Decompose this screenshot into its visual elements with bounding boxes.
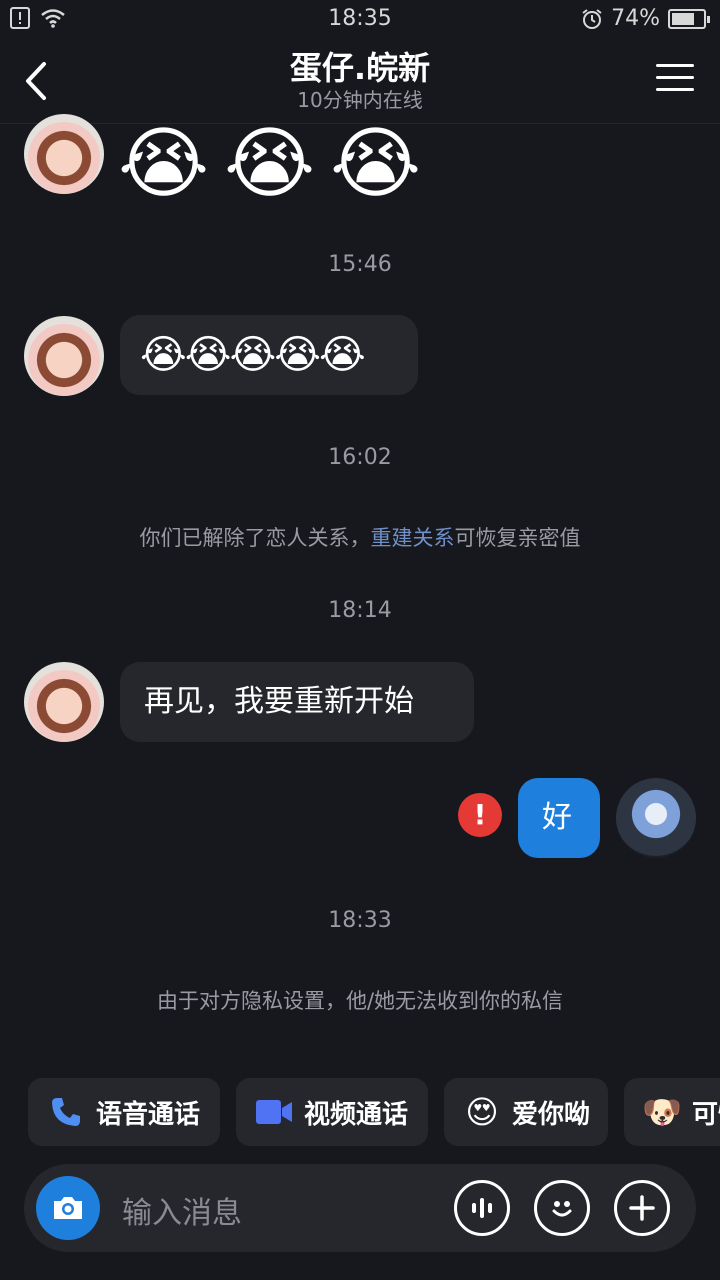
timestamp: 18:14 [328, 598, 392, 623]
contact-avatar[interactable] [24, 114, 104, 194]
my-avatar[interactable] [616, 778, 696, 858]
love-you-button[interactable]: 😍 爱你呦 [444, 1078, 608, 1146]
phone-icon [46, 1092, 86, 1132]
menu-bar [656, 76, 694, 79]
plus-icon [629, 1195, 655, 1221]
love-you-label: 爱你呦 [512, 1099, 591, 1130]
alarm-icon [582, 8, 602, 29]
menu-bar [656, 64, 694, 67]
system-message: 由于对方隐私设置，他/她无法收到你的私信 [156, 989, 564, 1013]
status-icons-right: 74% [581, 6, 710, 31]
message-text: 再见，我要重新开始 [144, 684, 414, 719]
big-emoji: 😭 [330, 119, 422, 209]
system-text: 可恢复亲密值 [454, 526, 581, 550]
video-call-label: 视频通话 [304, 1099, 409, 1130]
timestamp: 15:46 [328, 252, 392, 277]
menu-button[interactable] [656, 64, 694, 96]
my-message-bubble[interactable]: 好 [518, 778, 600, 858]
video-camera-icon [254, 1092, 294, 1132]
battery-icon [668, 8, 710, 29]
video-call-button[interactable]: 视频通话 [236, 1078, 428, 1146]
voice-button[interactable] [454, 1180, 510, 1236]
big-emoji: 😭 [118, 119, 210, 209]
cute-label: 可怜 [692, 1099, 720, 1130]
more-button[interactable] [614, 1180, 670, 1236]
dog-icon: 🐶 [642, 1093, 682, 1131]
online-status: 10分钟内在线 [297, 88, 423, 112]
message-bubble[interactable]: 😭😭😭😭😭 [120, 315, 418, 395]
heart-eyes-icon: 😍 [465, 1093, 499, 1131]
system-message: 你们已解除了恋人关系，重建关系可恢复亲密值 [0, 522, 720, 552]
camera-icon [54, 1197, 82, 1219]
rebuild-relation-link[interactable]: 重建关系 [371, 526, 455, 550]
message-bubble[interactable]: 再见，我要重新开始 [120, 662, 474, 742]
battery-percent: 74% [611, 6, 660, 31]
send-failed-icon[interactable]: ! [458, 793, 502, 837]
contact-avatar[interactable] [24, 316, 104, 396]
quick-actions-row: 语音通话 视频通话 😍 爱你呦 🐶 可怜 [28, 1078, 720, 1146]
status-bar: 18:35 74% [0, 0, 720, 38]
system-text: 你们已解除了恋人关系， [139, 526, 371, 550]
cute-button[interactable]: 🐶 可怜 [624, 1078, 720, 1146]
contact-avatar[interactable] [24, 662, 104, 742]
menu-bar [656, 88, 694, 91]
timestamp: 18:33 [328, 908, 392, 933]
message-text: 好 [542, 800, 572, 835]
chat-title[interactable]: 蛋仔.皖新 [0, 48, 720, 88]
big-emoji: 😭 [224, 119, 316, 209]
voice-call-label: 语音通话 [96, 1099, 201, 1130]
input-bar: 输入消息 [24, 1164, 696, 1252]
chat-header: 蛋仔.皖新 10分钟内在线 [0, 38, 720, 124]
emoji-button[interactable] [534, 1180, 590, 1236]
message-input[interactable]: 输入消息 [122, 1188, 242, 1232]
timestamp: 16:02 [328, 445, 392, 470]
title-wrap: 蛋仔.皖新 10分钟内在线 [0, 48, 720, 112]
voice-call-button[interactable]: 语音通话 [28, 1078, 220, 1146]
smiley-icon [552, 1201, 572, 1217]
message-text: 😭😭😭😭😭 [140, 332, 366, 378]
camera-button[interactable] [36, 1176, 100, 1240]
audio-wave-icon [472, 1198, 492, 1218]
